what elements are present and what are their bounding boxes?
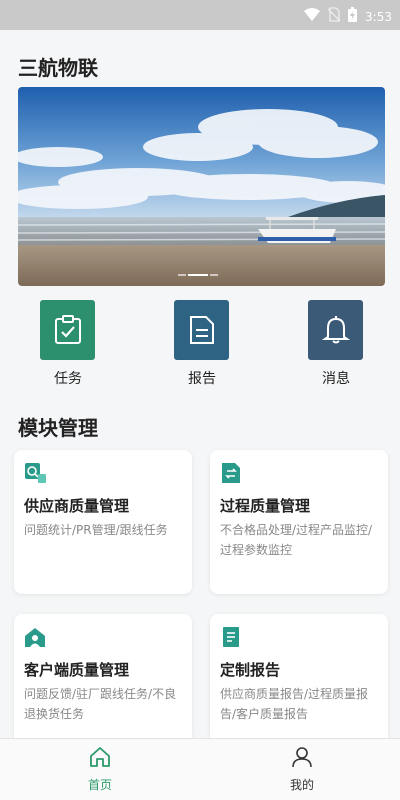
- module-card-supplier-quality[interactable]: 供应商质量管理 问题统计/PR管理/跟线任务: [14, 450, 192, 594]
- quick-action-label: 任务: [54, 371, 82, 387]
- module-card-title: 供应商质量管理: [24, 497, 130, 515]
- modules-section-title: 模块管理: [18, 416, 98, 440]
- module-card-title: 定制报告: [220, 661, 281, 679]
- supplier-quality-icon: [24, 462, 46, 484]
- home-icon: [88, 747, 112, 773]
- module-card-custom-report[interactable]: 定制报告 供应商质量报告/过程质量报告/客户质量报告: [210, 614, 388, 738]
- banner-carousel[interactable]: [18, 87, 385, 286]
- module-card-process-quality[interactable]: 过程质量管理 不合格品处理/过程产品监控/过程参数监控: [210, 450, 388, 594]
- custom-report-icon: [220, 626, 242, 648]
- carousel-indicator: [178, 274, 218, 276]
- tab-label: 首页: [87, 778, 112, 792]
- quick-action-message[interactable]: 消息: [308, 300, 364, 388]
- report-document-icon: [174, 300, 229, 360]
- tab-home[interactable]: 首页: [70, 745, 130, 793]
- quick-action-label: 报告: [188, 371, 216, 387]
- module-card-desc: 问题反馈/驻厂跟线任务/不良退换货任务: [24, 687, 177, 721]
- module-card-title: 过程质量管理: [220, 497, 311, 515]
- bell-icon: [308, 300, 363, 360]
- module-card-desc: 供应商质量报告/过程质量报告/客户质量报告: [220, 687, 369, 721]
- customer-quality-icon: [24, 626, 46, 648]
- banner-image: [18, 87, 385, 286]
- app-title: 三航物联: [18, 56, 98, 80]
- tab-label: 我的: [289, 778, 314, 792]
- task-checklist-icon: [40, 300, 95, 360]
- module-card-desc: 不合格品处理/过程产品监控/过程参数监控: [220, 523, 373, 557]
- status-time: 3:53: [365, 9, 392, 24]
- tab-mine[interactable]: 我的: [272, 745, 332, 793]
- status-icons: 3:53: [304, 7, 392, 26]
- process-quality-icon: [220, 462, 242, 484]
- module-card-customer-quality[interactable]: 客户端质量管理 问题反馈/驻厂跟线任务/不良退换货任务: [14, 614, 192, 738]
- quick-action-task[interactable]: 任务: [40, 300, 96, 388]
- user-icon: [290, 747, 314, 773]
- bottom-tab-bar: 首页 我的: [0, 738, 400, 800]
- no-sim-icon: [327, 7, 341, 26]
- module-card-title: 客户端质量管理: [24, 661, 130, 679]
- status-bar: 3:53: [0, 0, 400, 30]
- quick-action-label: 消息: [322, 371, 350, 387]
- wifi-icon: [304, 7, 321, 26]
- module-card-desc: 问题统计/PR管理/跟线任务: [24, 523, 168, 537]
- quick-action-report[interactable]: 报告: [174, 300, 230, 388]
- battery-icon: [348, 7, 358, 26]
